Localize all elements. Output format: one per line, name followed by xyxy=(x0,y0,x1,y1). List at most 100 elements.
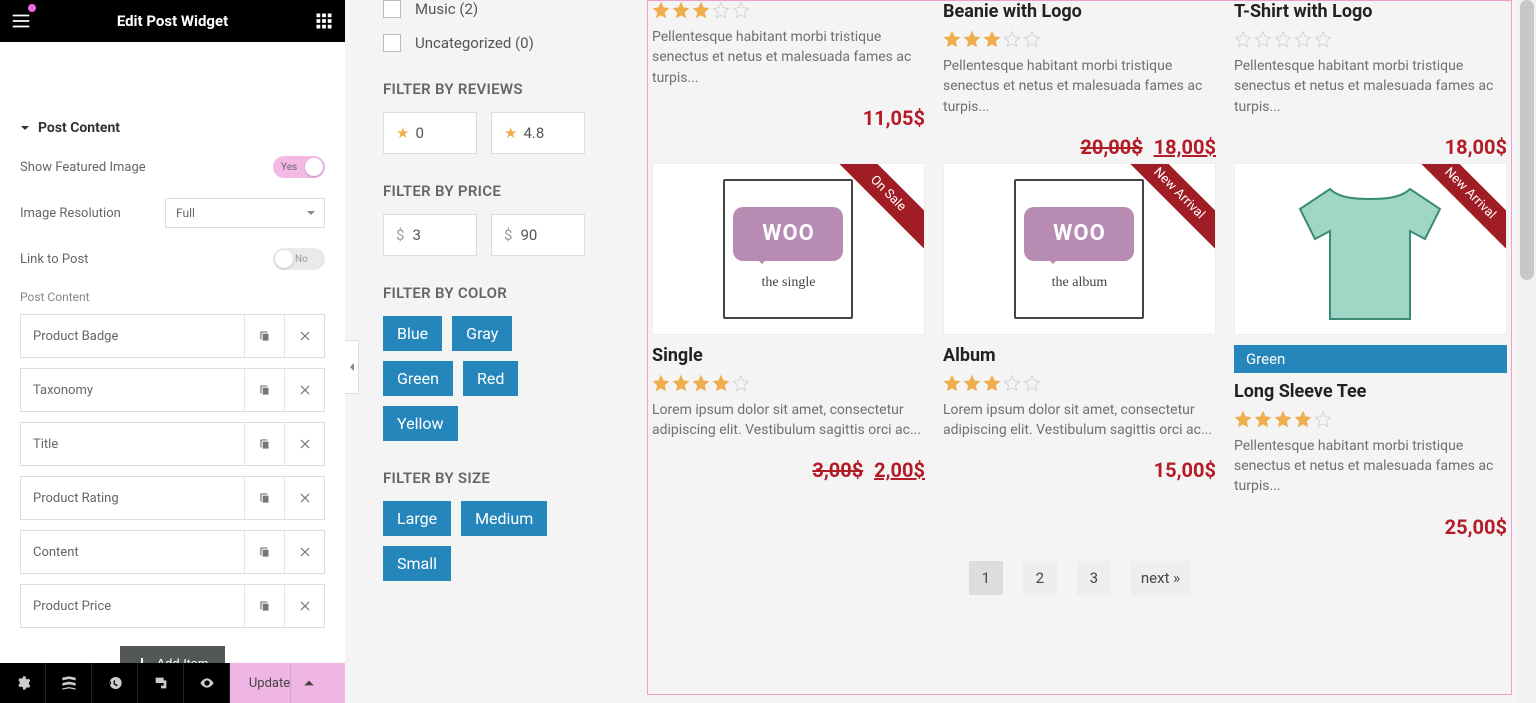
remove-button[interactable] xyxy=(284,531,324,573)
chevron-left-icon xyxy=(347,362,357,372)
product-title: Single xyxy=(652,345,925,366)
settings-button[interactable] xyxy=(0,663,46,703)
filters-column: Music (2) Uncategorized (0) FILTER BY REV… xyxy=(345,0,605,703)
update-button[interactable]: Update xyxy=(230,663,345,703)
label-featured-image: Show Featured Image xyxy=(20,160,160,175)
star-icon xyxy=(712,1,730,19)
duplicate-button[interactable] xyxy=(244,423,284,465)
filter-chip[interactable]: Large xyxy=(383,501,451,536)
remove-button[interactable] xyxy=(284,585,324,627)
update-options-button[interactable] xyxy=(290,663,326,703)
filter-chip[interactable]: Green xyxy=(383,361,453,396)
filter-chip[interactable]: Gray xyxy=(452,316,512,351)
label-image-resolution: Image Resolution xyxy=(20,206,160,221)
copy-icon xyxy=(258,383,272,397)
select-image-resolution[interactable]: Full xyxy=(165,198,325,228)
star-icon xyxy=(983,30,1001,48)
duplicate-button[interactable] xyxy=(244,531,284,573)
content-item-label: Title xyxy=(21,437,244,452)
content-item-label: Taxonomy xyxy=(21,383,244,398)
filter-reviews-max[interactable]: ★4.8 xyxy=(491,112,585,154)
filter-price-min[interactable]: $3 xyxy=(383,214,477,256)
product-grid: Pellentesque habitant morbi tristique se… xyxy=(605,0,1536,703)
widgets-grid-button[interactable] xyxy=(303,0,345,42)
pagination: 123 next » xyxy=(648,561,1511,595)
filter-chip[interactable]: Medium xyxy=(461,501,547,536)
page-next[interactable]: next » xyxy=(1131,561,1190,595)
preview-button[interactable] xyxy=(184,663,230,703)
toggle-knob-icon xyxy=(275,250,293,268)
filter-category[interactable]: Uncategorized (0) xyxy=(383,34,585,52)
star-icon xyxy=(732,1,750,19)
filter-chip[interactable]: Red xyxy=(463,361,518,396)
product-card[interactable]: WOOthe singleOn SaleSingleLorem ipsum do… xyxy=(652,163,925,539)
product-desc: Lorem ipsum dolor sit amet, consectetur … xyxy=(652,400,925,441)
product-desc: Pellentesque habitant morbi tristique se… xyxy=(943,56,1216,117)
duplicate-button[interactable] xyxy=(244,369,284,411)
star-icon xyxy=(963,374,981,392)
filter-chip[interactable]: Blue xyxy=(383,316,442,351)
section-post-content[interactable]: Post Content xyxy=(20,120,325,136)
product-title: Long Sleeve Tee xyxy=(1234,381,1507,402)
content-item[interactable]: Product Rating xyxy=(20,476,325,520)
caret-down-icon xyxy=(306,208,316,218)
copy-icon xyxy=(258,329,272,343)
remove-button[interactable] xyxy=(284,315,324,357)
content-item-label: Content xyxy=(21,545,244,560)
content-item[interactable]: Content xyxy=(20,530,325,574)
sidebar-title: Edit Post Widget xyxy=(42,12,303,30)
product-card[interactable]: T-Shirt with LogoPellentesque habitant m… xyxy=(1234,1,1507,159)
page-number[interactable]: 1 xyxy=(969,561,1003,595)
filter-color-head: FILTER BY COLOR xyxy=(383,284,585,302)
content-item[interactable]: Product Badge xyxy=(20,314,325,358)
page-number[interactable]: 3 xyxy=(1077,561,1111,595)
star-icon xyxy=(652,1,670,19)
duplicate-button[interactable] xyxy=(244,477,284,519)
product-card[interactable]: WOOthe albumNew ArrivalAlbumLorem ipsum … xyxy=(943,163,1216,539)
star-icon xyxy=(672,1,690,19)
content-item[interactable]: Title xyxy=(20,422,325,466)
content-item-label: Product Badge xyxy=(21,329,244,344)
product-card[interactable]: New ArrivalGreenLong Sleeve TeePellentes… xyxy=(1234,163,1507,539)
history-button[interactable] xyxy=(92,663,138,703)
content-item-label: Product Rating xyxy=(21,491,244,506)
remove-button[interactable] xyxy=(284,423,324,465)
product-title: T-Shirt with Logo xyxy=(1234,1,1507,22)
star-icon xyxy=(1314,30,1332,48)
toggle-link-to-post[interactable]: No xyxy=(273,248,325,270)
filter-chip[interactable]: Yellow xyxy=(383,406,458,441)
menu-button[interactable] xyxy=(0,0,42,42)
filter-price-max[interactable]: $90 xyxy=(491,214,585,256)
toggle-featured-image[interactable]: Yes xyxy=(273,156,325,178)
filter-reviews-min[interactable]: ★0 xyxy=(383,112,477,154)
filter-reviews-head: FILTER BY REVIEWS xyxy=(383,80,585,98)
navigator-button[interactable] xyxy=(46,663,92,703)
collapse-sidebar-button[interactable] xyxy=(345,340,359,394)
chevron-up-icon xyxy=(303,677,315,689)
product-price: 15,00$ xyxy=(943,458,1216,482)
content-item[interactable]: Product Price xyxy=(20,584,325,628)
copy-icon xyxy=(258,491,272,505)
star-icon xyxy=(1274,410,1292,428)
star-icon xyxy=(1003,374,1021,392)
product-card[interactable]: Pellentesque habitant morbi tristique se… xyxy=(652,1,925,159)
duplicate-button[interactable] xyxy=(244,315,284,357)
remove-button[interactable] xyxy=(284,477,324,519)
filter-chip[interactable]: Small xyxy=(383,546,451,581)
vertical-scrollbar[interactable] xyxy=(1518,0,1536,703)
product-image: New Arrival xyxy=(1234,163,1507,335)
filter-category[interactable]: Music (2) xyxy=(383,0,585,18)
content-item[interactable]: Taxonomy xyxy=(20,368,325,412)
product-title: Beanie with Logo xyxy=(943,1,1216,22)
product-desc: Pellentesque habitant morbi tristique se… xyxy=(652,27,925,88)
responsive-button[interactable] xyxy=(138,663,184,703)
scrollbar-thumb[interactable] xyxy=(1520,0,1534,280)
page-number[interactable]: 2 xyxy=(1023,561,1057,595)
star-icon xyxy=(1294,30,1312,48)
remove-button[interactable] xyxy=(284,369,324,411)
filter-price-head: FILTER BY PRICE xyxy=(383,182,585,200)
product-card[interactable]: Beanie with Logo Pellentesque habitant mo… xyxy=(943,1,1216,159)
duplicate-button[interactable] xyxy=(244,585,284,627)
product-price: 3,00$ 2,00$ xyxy=(652,458,925,482)
sidebar-header: Edit Post Widget xyxy=(0,0,345,42)
